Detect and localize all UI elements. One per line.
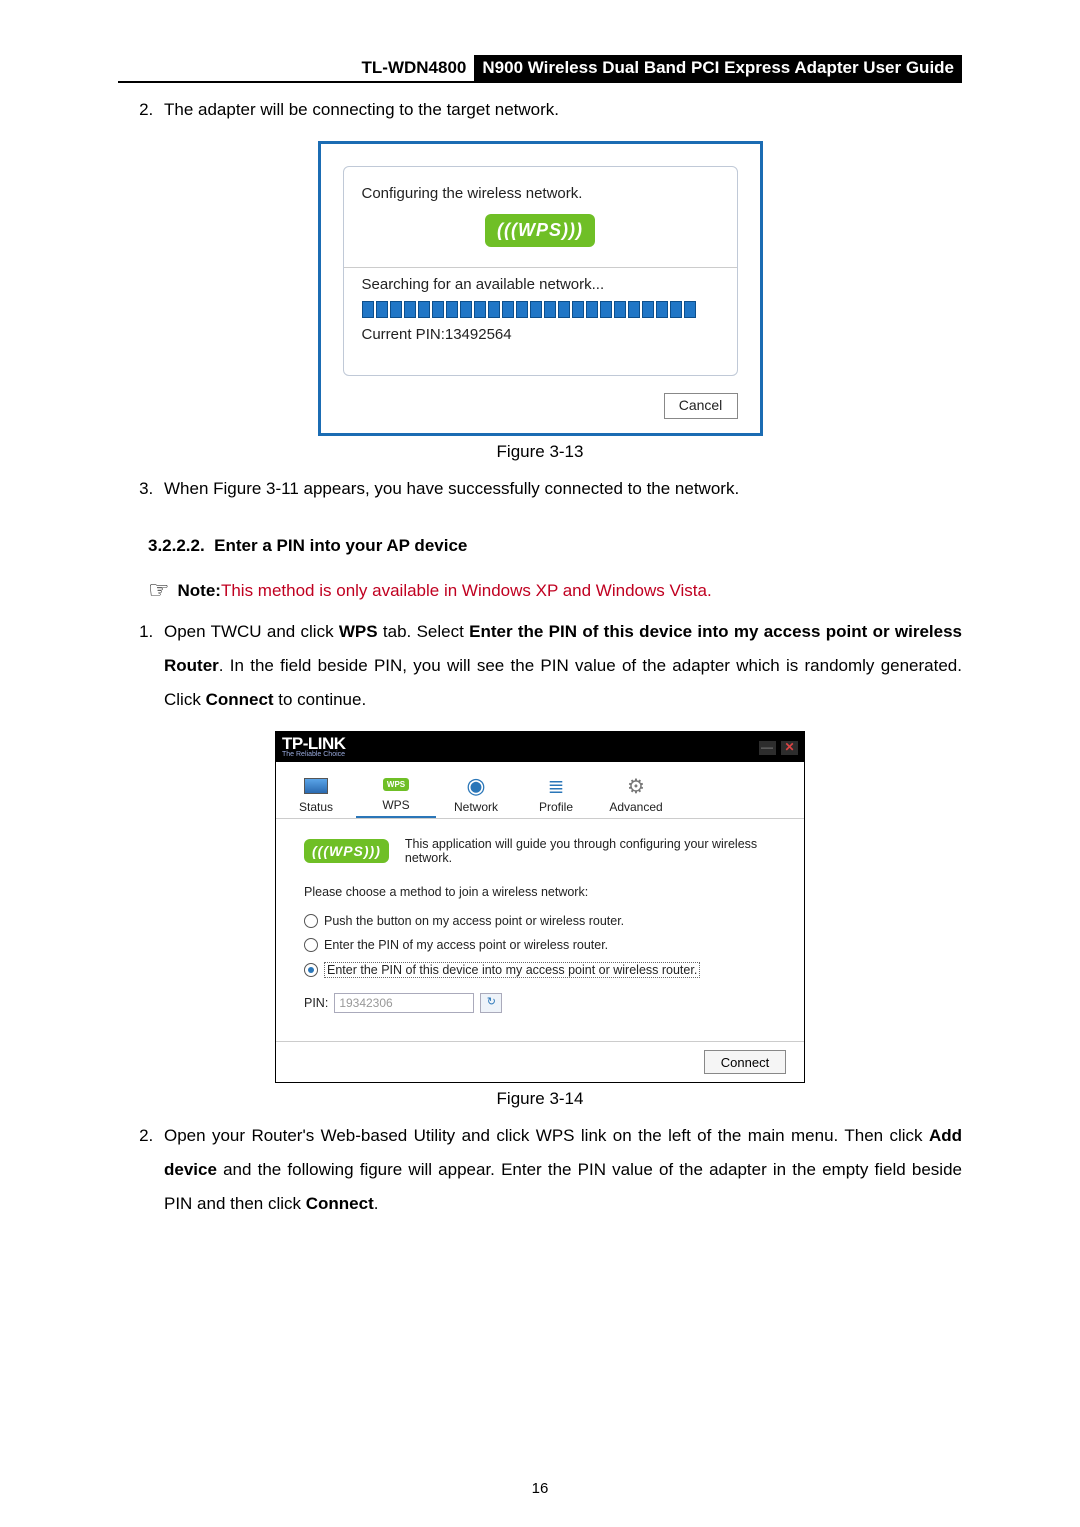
status-icon (304, 775, 328, 797)
radio-label: Enter the PIN of my access point or wire… (324, 938, 608, 952)
t: Connect (206, 690, 274, 709)
t: to continue. (274, 690, 367, 709)
dialog-pin-line: Current PIN:13492564 (362, 326, 719, 343)
radio-label-selected: Enter the PIN of this device into my acc… (324, 962, 700, 978)
advanced-icon: ⚙ (624, 775, 648, 797)
close-button[interactable]: ✕ (781, 741, 798, 755)
page: TL-WDN4800 N900 Wireless Dual Band PCI E… (0, 0, 1080, 1527)
window-footer: Connect (276, 1041, 804, 1082)
tab-status[interactable]: Status (276, 762, 356, 818)
t: Connect (306, 1194, 374, 1213)
note-label: Note: (178, 581, 221, 601)
t: . (374, 1194, 379, 1213)
steps-list-a: The adapter will be connecting to the ta… (118, 93, 962, 127)
t: Open your Router's Web-based Utility and… (164, 1126, 929, 1145)
tab-bar: Status WPS WPS ◉ Network ≣ Profile ⚙ Adv… (276, 762, 804, 819)
logo-text: TP-LINK (282, 736, 346, 751)
radio-push-button[interactable]: Push the button on my access point or wi… (304, 914, 776, 928)
pin-input[interactable] (334, 993, 474, 1013)
dialog-line-searching: Searching for an available network... (362, 276, 719, 293)
dialog-separator-1 (344, 267, 737, 268)
tab-network-label: Network (454, 800, 498, 814)
tab-wps-label: WPS (382, 798, 409, 812)
t: and the following figure will appear. En… (164, 1160, 962, 1213)
header-title: N900 Wireless Dual Band PCI Express Adap… (474, 55, 962, 81)
radio-label: Push the button on my access point or wi… (324, 914, 624, 928)
figure-3-14: TP-LINK The Reliable Choice — ✕ Status W… (118, 731, 962, 1083)
step-c2: Open your Router's Web-based Utility and… (158, 1119, 962, 1221)
pin-refresh-button[interactable]: ↻ (480, 993, 502, 1013)
wps-tab-icon: WPS (384, 773, 408, 795)
tab-advanced[interactable]: ⚙ Advanced (596, 762, 676, 818)
tab-network[interactable]: ◉ Network (436, 762, 516, 818)
twcu-window: TP-LINK The Reliable Choice — ✕ Status W… (275, 731, 805, 1083)
wps-badge-wrap: (((WPS))) (362, 214, 719, 247)
steps-list-a2: When Figure 3-11 appears, you have succe… (118, 472, 962, 506)
window-titlebar: TP-LINK The Reliable Choice — ✕ (276, 732, 804, 762)
step-3: When Figure 3-11 appears, you have succe… (158, 472, 962, 506)
radio-icon (304, 914, 318, 928)
step-2: The adapter will be connecting to the ta… (158, 93, 962, 127)
steps-list-b: Open TWCU and click WPS tab. Select Ente… (118, 615, 962, 717)
tab-wps[interactable]: WPS WPS (356, 762, 436, 818)
connect-button[interactable]: Connect (704, 1050, 786, 1074)
minimize-button[interactable]: — (759, 741, 776, 755)
tab-profile[interactable]: ≣ Profile (516, 762, 596, 818)
steps-list-c: Open your Router's Web-based Utility and… (118, 1119, 962, 1221)
step-2-text: The adapter will be connecting to the ta… (164, 100, 559, 119)
dialog-line-configuring: Configuring the wireless network. (362, 185, 719, 202)
header-model: TL-WDN4800 (354, 55, 475, 81)
doc-header: TL-WDN4800 N900 Wireless Dual Band PCI E… (118, 55, 962, 83)
tp-link-logo: TP-LINK The Reliable Choice (282, 736, 346, 758)
radio-enter-ap-pin[interactable]: Enter the PIN of my access point or wire… (304, 938, 776, 952)
choose-method-label: Please choose a method to join a wireles… (304, 885, 776, 899)
window-buttons: — ✕ (757, 740, 798, 755)
logo-subtext: The Reliable Choice (282, 752, 346, 758)
t: Open TWCU and click (164, 622, 339, 641)
section-title: Enter a PIN into your AP device (214, 536, 467, 555)
figure-3-13-caption: Figure 3-13 (118, 442, 962, 462)
radio-icon-checked (304, 963, 318, 977)
window-body: (((WPS))) This application will guide yo… (276, 819, 804, 1041)
pin-label: PIN: (304, 996, 328, 1010)
step-3-text: When Figure 3-11 appears, you have succe… (164, 479, 739, 498)
note-text: This method is only available in Windows… (221, 581, 712, 601)
intro-text: This application will guide you through … (405, 837, 776, 865)
tab-advanced-label: Advanced (609, 800, 662, 814)
progress-bar (362, 301, 719, 318)
tab-profile-label: Profile (539, 800, 573, 814)
cancel-button[interactable]: Cancel (664, 393, 738, 419)
wps-badge: (((WPS))) (485, 214, 595, 247)
network-icon: ◉ (464, 775, 488, 797)
t: WPS (339, 622, 378, 641)
t: tab. Select (378, 622, 470, 641)
page-number: 16 (0, 1480, 1080, 1497)
wps-badge-small: (((WPS))) (304, 839, 389, 863)
intro-row: (((WPS))) This application will guide yo… (304, 837, 776, 865)
figure-3-13: Configuring the wireless network. (((WPS… (118, 141, 962, 436)
section-number: 3.2.2.2. (148, 536, 205, 555)
note-pointer-icon: ☞ (148, 576, 170, 605)
section-heading: 3.2.2.2. Enter a PIN into your AP device (148, 536, 962, 556)
radio-enter-device-pin[interactable]: Enter the PIN of this device into my acc… (304, 962, 776, 978)
step-b1: Open TWCU and click WPS tab. Select Ente… (158, 615, 962, 717)
figure-3-14-caption: Figure 3-14 (118, 1089, 962, 1109)
profile-icon: ≣ (544, 775, 568, 797)
dialog-inner: Configuring the wireless network. (((WPS… (343, 166, 738, 376)
pin-row: PIN: ↻ (304, 993, 776, 1013)
wps-configuring-dialog: Configuring the wireless network. (((WPS… (318, 141, 763, 436)
tab-status-label: Status (299, 800, 333, 814)
note-line: ☞ Note: This method is only available in… (148, 576, 962, 605)
radio-icon (304, 938, 318, 952)
